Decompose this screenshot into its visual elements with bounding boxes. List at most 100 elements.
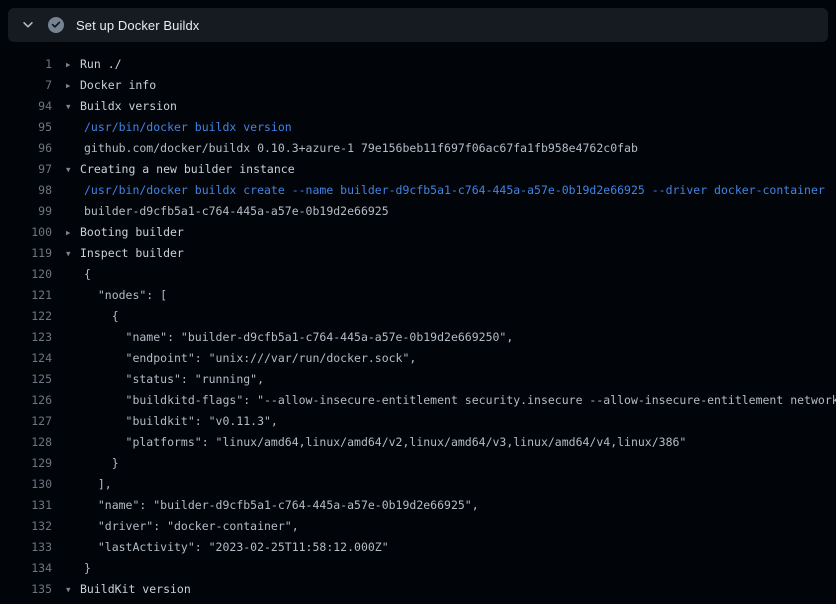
line-number[interactable]: 129 <box>0 453 52 474</box>
log-line: 129 } <box>0 453 836 474</box>
group-arrow-icon: ▼ <box>66 159 80 180</box>
log-line[interactable]: 100 ▶ Booting builder <box>0 222 836 243</box>
group-arrow-icon <box>66 558 80 579</box>
group-arrow-icon: ▶ <box>66 75 80 96</box>
log-line: 136 builder-d9cfb5a1-c764-445a-a57e-0b19… <box>0 600 836 604</box>
log-text[interactable]: Docker info <box>80 75 156 96</box>
line-number[interactable]: 127 <box>0 411 52 432</box>
line-number[interactable]: 1 <box>0 54 52 75</box>
log-text: builder-d9cfb5a1-c764-445a-a57e-0b19d2e6… <box>80 201 389 222</box>
group-arrow-icon <box>66 201 80 222</box>
log-text[interactable]: Inspect builder <box>80 243 184 264</box>
log-line: 123 "name": "builder-d9cfb5a1-c764-445a-… <box>0 327 836 348</box>
line-number[interactable]: 128 <box>0 432 52 453</box>
log-text: "endpoint": "unix:///var/run/docker.sock… <box>80 348 416 369</box>
line-number[interactable]: 94 <box>0 96 52 117</box>
line-number[interactable]: 131 <box>0 495 52 516</box>
log-line: 121 "nodes": [ <box>0 285 836 306</box>
group-arrow-icon <box>66 432 80 453</box>
line-number[interactable]: 122 <box>0 306 52 327</box>
line-number[interactable]: 134 <box>0 558 52 579</box>
group-arrow-icon <box>66 180 80 201</box>
log-line[interactable]: 7 ▶ Docker info <box>0 75 836 96</box>
log-text: /usr/bin/docker buildx create --name bui… <box>80 180 825 201</box>
log-line[interactable]: 135 ▼ BuildKit version <box>0 579 836 600</box>
line-number[interactable]: 126 <box>0 390 52 411</box>
log-text: /usr/bin/docker buildx version <box>80 117 292 138</box>
log-text[interactable]: Buildx version <box>80 96 177 117</box>
line-number[interactable]: 120 <box>0 264 52 285</box>
group-arrow-icon <box>66 411 80 432</box>
group-arrow-icon <box>66 117 80 138</box>
line-number[interactable]: 95 <box>0 117 52 138</box>
group-arrow-icon <box>66 600 80 604</box>
line-number[interactable]: 125 <box>0 369 52 390</box>
line-number[interactable]: 121 <box>0 285 52 306</box>
line-number[interactable]: 100 <box>0 222 52 243</box>
group-arrow-icon <box>66 348 80 369</box>
log-line: 124 "endpoint": "unix:///var/run/docker.… <box>0 348 836 369</box>
group-arrow-icon: ▶ <box>66 222 80 243</box>
group-arrow-icon <box>66 453 80 474</box>
line-number[interactable]: 119 <box>0 243 52 264</box>
log-line: 134 } <box>0 558 836 579</box>
log-text: "name": "builder-d9cfb5a1-c764-445a-a57e… <box>80 327 513 348</box>
group-arrow-icon: ▼ <box>66 243 80 264</box>
log-line: 127 "buildkit": "v0.11.3", <box>0 411 836 432</box>
group-arrow-icon <box>66 474 80 495</box>
status-check-circle-icon <box>48 17 64 33</box>
group-arrow-icon <box>66 306 80 327</box>
log-line[interactable]: 1 ▶ Run ./ <box>0 54 836 75</box>
line-number[interactable]: 97 <box>0 159 52 180</box>
log-text: } <box>80 558 91 579</box>
log-text: { <box>80 306 119 327</box>
log-text: "nodes": [ <box>80 285 167 306</box>
line-number[interactable]: 135 <box>0 579 52 600</box>
log-line[interactable]: 119 ▼ Inspect builder <box>0 243 836 264</box>
group-arrow-icon <box>66 138 80 159</box>
log-text: builder-d9cfb5a1-c764-445a-a57e-0b19d2e6… <box>80 600 458 604</box>
line-number[interactable]: 98 <box>0 180 52 201</box>
group-arrow-icon <box>66 264 80 285</box>
log-text[interactable]: BuildKit version <box>80 579 191 600</box>
group-arrow-icon <box>66 327 80 348</box>
log-line: 130 ], <box>0 474 836 495</box>
actions-log-viewer: Set up Docker Buildx 1 ▶ Run ./ 7 ▶ Dock… <box>0 0 836 604</box>
log-text: "name": "builder-d9cfb5a1-c764-445a-a57e… <box>80 495 479 516</box>
log-text: ], <box>80 474 112 495</box>
group-arrow-icon <box>66 516 80 537</box>
step-header[interactable]: Set up Docker Buildx <box>8 8 828 42</box>
line-number[interactable]: 96 <box>0 138 52 159</box>
line-number[interactable]: 130 <box>0 474 52 495</box>
chevron-down-icon[interactable] <box>20 17 36 33</box>
log-text[interactable]: Run ./ <box>80 54 122 75</box>
log-line: 96 github.com/docker/buildx 0.10.3+azure… <box>0 138 836 159</box>
log-text: } <box>80 453 119 474</box>
group-arrow-icon: ▼ <box>66 579 80 600</box>
log-line: 126 "buildkitd-flags": "--allow-insecure… <box>0 390 836 411</box>
line-number[interactable]: 133 <box>0 537 52 558</box>
log-line: 132 "driver": "docker-container", <box>0 516 836 537</box>
line-number[interactable]: 123 <box>0 327 52 348</box>
log-text[interactable]: Booting builder <box>80 222 184 243</box>
group-arrow-icon <box>66 537 80 558</box>
log-text: { <box>80 264 91 285</box>
log-text: github.com/docker/buildx 0.10.3+azure-1 … <box>80 138 638 159</box>
log-line: 133 "lastActivity": "2023-02-25T11:58:12… <box>0 537 836 558</box>
log-line: 128 "platforms": "linux/amd64,linux/amd6… <box>0 432 836 453</box>
line-number[interactable]: 7 <box>0 75 52 96</box>
line-number[interactable]: 132 <box>0 516 52 537</box>
log-text[interactable]: Creating a new builder instance <box>80 159 295 180</box>
log-line[interactable]: 94 ▼ Buildx version <box>0 96 836 117</box>
log-text: "platforms": "linux/amd64,linux/amd64/v2… <box>80 432 686 453</box>
line-number[interactable]: 136 <box>0 600 52 604</box>
log-line[interactable]: 97 ▼ Creating a new builder instance <box>0 159 836 180</box>
log-container: 1 ▶ Run ./ 7 ▶ Docker info 94 ▼ Buildx v… <box>0 42 836 604</box>
line-number[interactable]: 124 <box>0 348 52 369</box>
group-arrow-icon <box>66 285 80 306</box>
log-line: 120 { <box>0 264 836 285</box>
line-number[interactable]: 99 <box>0 201 52 222</box>
group-arrow-icon <box>66 495 80 516</box>
log-line: 99 builder-d9cfb5a1-c764-445a-a57e-0b19d… <box>0 201 836 222</box>
log-line: 122 { <box>0 306 836 327</box>
